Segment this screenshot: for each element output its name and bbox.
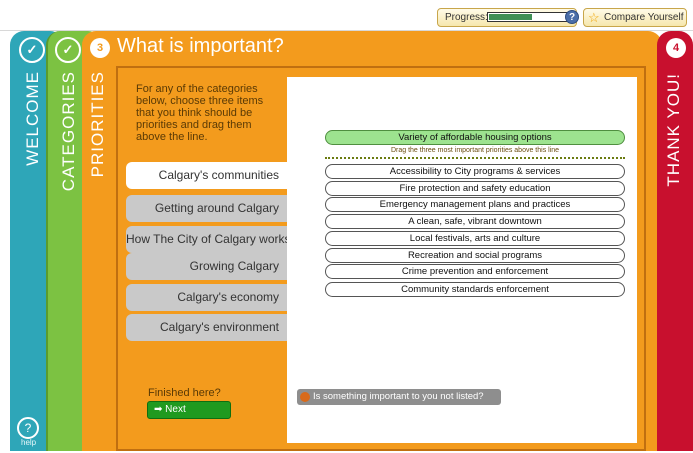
next-label: Next: [165, 404, 186, 415]
category-tab-getting-around[interactable]: Getting around Calgary: [126, 195, 287, 222]
category-tab-environment[interactable]: Calgary's environment: [126, 314, 287, 341]
compare-yourself-label: Compare Yourself: [604, 12, 684, 23]
instructions-text: For any of the categories below, choose …: [136, 83, 264, 143]
progress-fill: [489, 14, 532, 20]
category-tab-economy[interactable]: Calgary's economy: [126, 284, 287, 311]
add-other-priority-button[interactable]: Is something important to you not listed…: [297, 389, 501, 405]
priority-item[interactable]: Emergency management plans and practices: [325, 197, 625, 212]
step-thank-you-label: THANK YOU!: [664, 73, 683, 187]
compare-yourself-button[interactable]: ☆ Compare Yourself: [583, 8, 687, 27]
top-toolbar: Progress: ? ☆ Compare Yourself: [0, 0, 693, 30]
check-icon: ✓: [55, 37, 81, 63]
help-icon[interactable]: ?: [17, 417, 39, 439]
arrow-right-icon: ➡: [154, 404, 163, 415]
category-tab-city-works[interactable]: How The City of Calgary works: [126, 226, 291, 253]
other-priority-label: Is something important to you not listed…: [313, 391, 484, 402]
step-thank-you-panel[interactable]: 4 THANK YOU!: [657, 31, 693, 451]
priority-item[interactable]: A clean, safe, vibrant downtown: [325, 214, 625, 229]
priority-divider-line: [325, 157, 625, 159]
step-welcome-label: WELCOME: [23, 71, 42, 166]
progress-track: [487, 12, 569, 22]
page-title: What is important?: [117, 35, 284, 57]
star-icon: ☆: [588, 10, 600, 25]
help-question-icon[interactable]: ?: [565, 10, 579, 24]
step-categories-label: CATEGORIES: [59, 71, 78, 192]
step-priorities-label: PRIORITIES: [88, 71, 107, 178]
category-tab-communities[interactable]: Calgary's communities: [126, 162, 287, 189]
priority-item[interactable]: Local festivals, arts and culture: [325, 231, 625, 246]
priority-item-selected[interactable]: Variety of affordable housing options: [325, 130, 625, 145]
progress-indicator: Progress:: [437, 8, 577, 27]
step-number-badge: 4: [666, 38, 686, 58]
priority-item[interactable]: Fire protection and safety education: [325, 181, 625, 196]
finished-label: Finished here?: [148, 387, 221, 399]
progress-label: Progress:: [445, 12, 488, 23]
category-tab-growing[interactable]: Growing Calgary: [126, 253, 287, 280]
next-button[interactable]: ➡ Next: [147, 401, 231, 419]
help-label[interactable]: help: [21, 438, 36, 447]
drag-hint: Drag the three most important priorities…: [390, 147, 560, 154]
priority-item[interactable]: Accessibility to City programs & service…: [325, 164, 625, 179]
priority-item[interactable]: Recreation and social programs: [325, 248, 625, 263]
priority-item[interactable]: Crime prevention and enforcement: [325, 264, 625, 279]
step-number-badge: 3: [90, 38, 110, 58]
check-icon: ✓: [19, 37, 45, 63]
priority-item[interactable]: Community standards enforcement: [325, 282, 625, 297]
add-dot-icon: [300, 392, 310, 402]
